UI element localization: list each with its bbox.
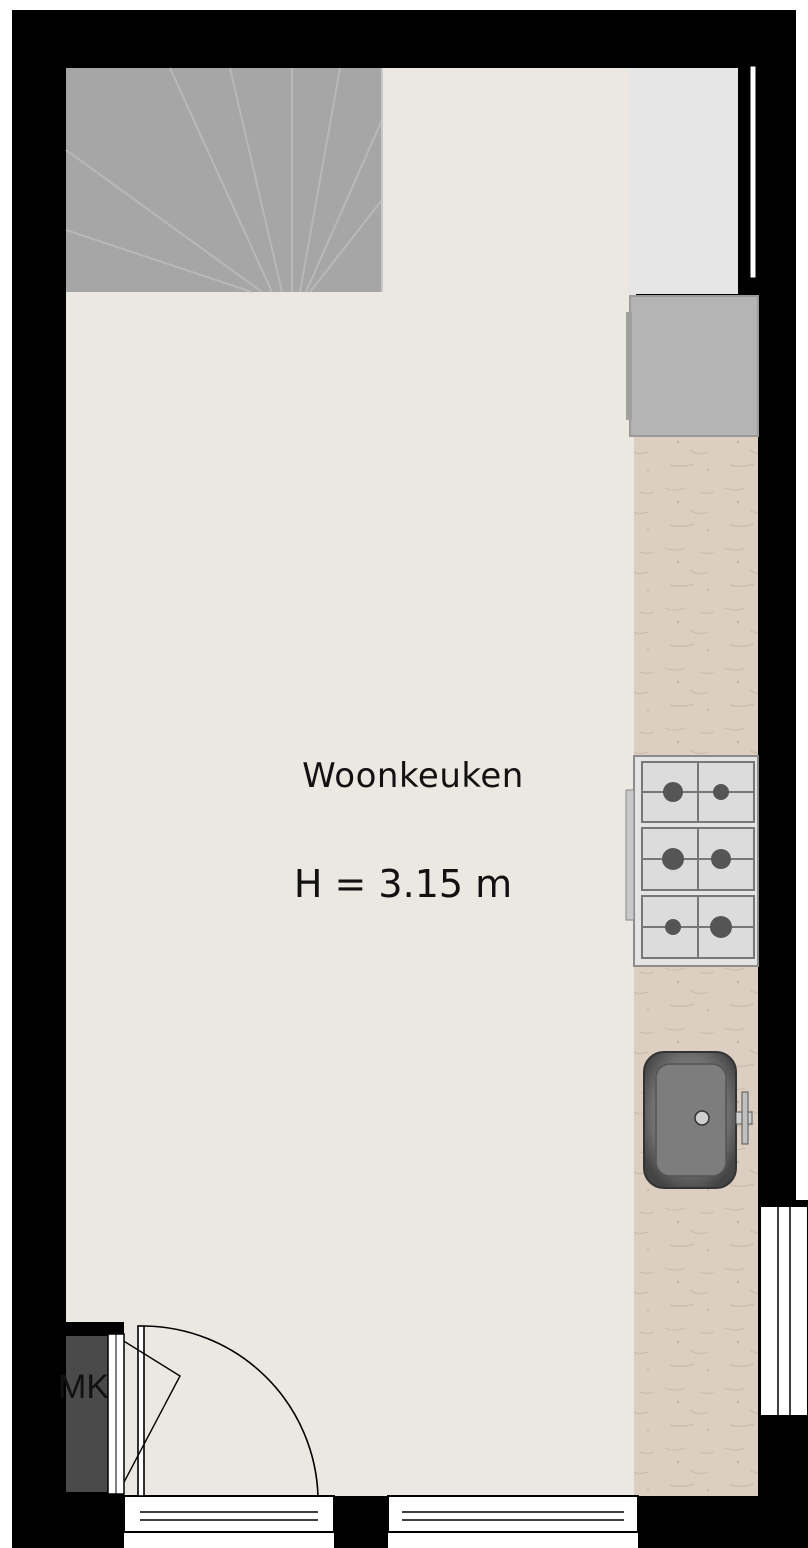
meter-cupboard-label: MK xyxy=(58,1368,109,1406)
window-icon xyxy=(759,1205,808,1417)
staircase-icon xyxy=(65,67,383,293)
meter-cupboard xyxy=(64,1322,125,1496)
alcove-wall-line xyxy=(749,65,757,279)
fridge-icon xyxy=(626,295,759,437)
sink-icon xyxy=(643,1051,753,1189)
alcove-floor xyxy=(628,68,738,294)
room-name: Woonkeuken xyxy=(302,756,524,796)
stove-icon xyxy=(625,755,759,967)
room-height-label: H = 3.15 m xyxy=(293,862,513,906)
